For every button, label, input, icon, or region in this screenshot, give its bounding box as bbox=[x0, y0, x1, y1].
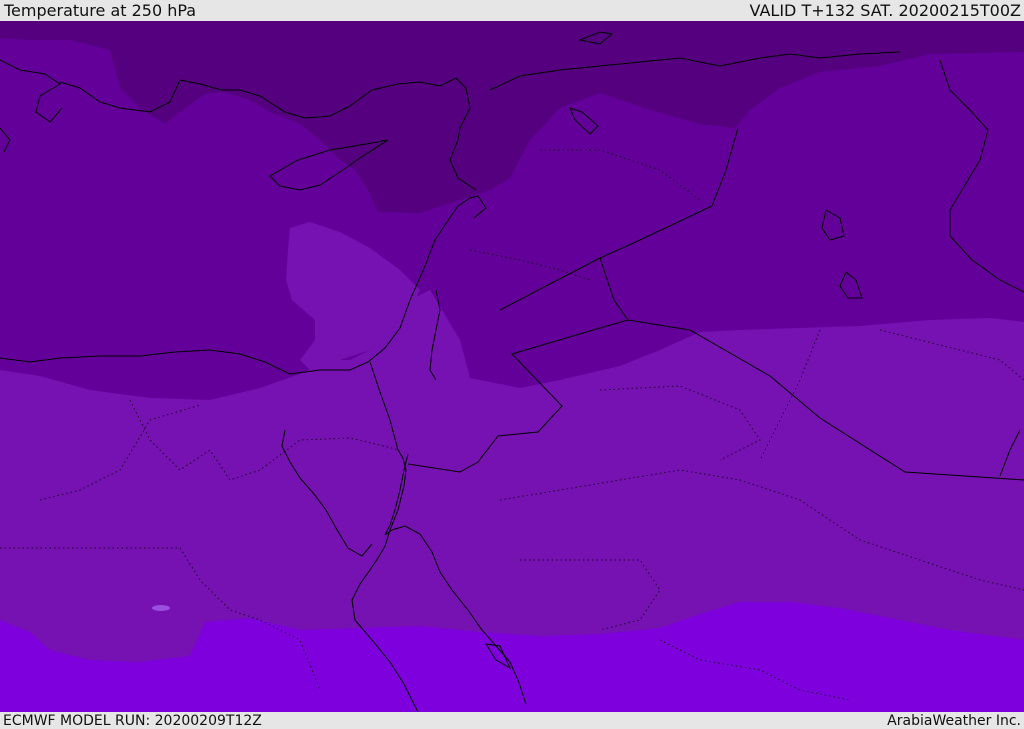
header-bar: Temperature at 250 hPa VALID T+132 SAT. … bbox=[0, 0, 1024, 21]
credit-label: ArabiaWeather Inc. bbox=[887, 712, 1021, 729]
valid-time-label: VALID T+132 SAT. 20200215T00Z bbox=[749, 1, 1021, 20]
map-title: Temperature at 250 hPa bbox=[4, 1, 197, 20]
lake bbox=[152, 605, 170, 611]
footer-bar: ECMWF MODEL RUN: 20200209T12Z ArabiaWeat… bbox=[0, 712, 1024, 729]
temperature-map bbox=[0, 21, 1024, 712]
model-run-label: ECMWF MODEL RUN: 20200209T12Z bbox=[3, 712, 262, 729]
